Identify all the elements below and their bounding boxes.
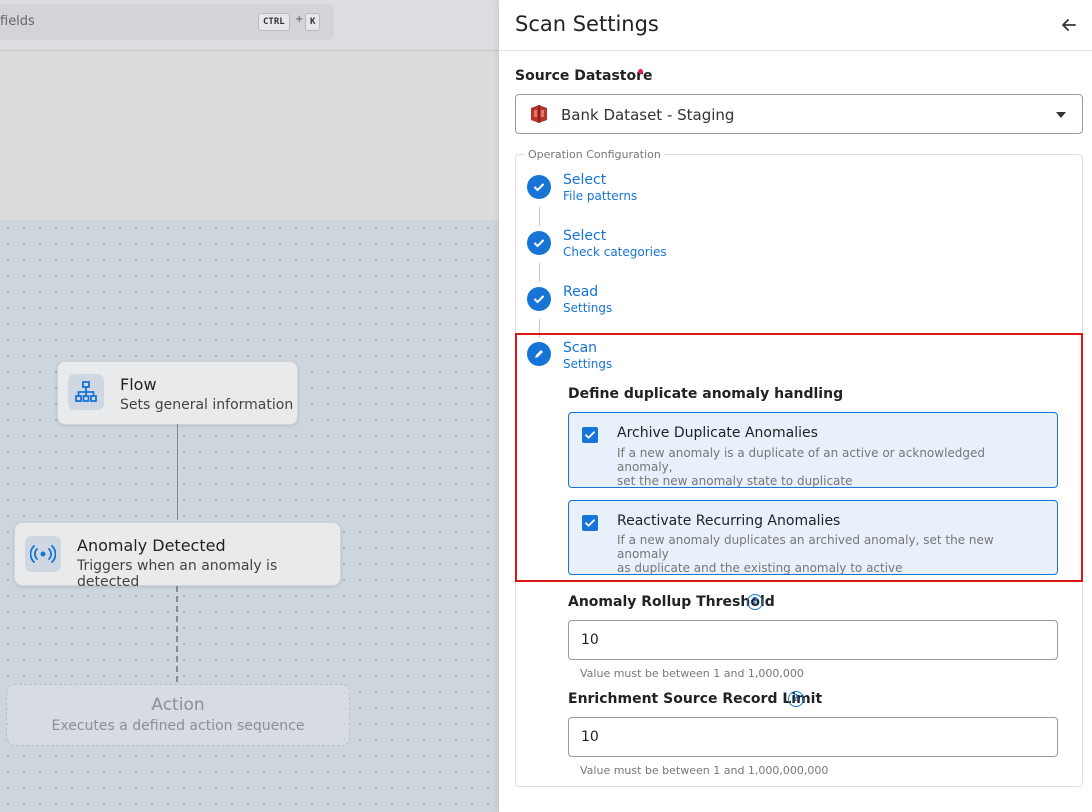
- connector-dashed-line: [176, 586, 178, 682]
- source-datastore-label: Source Datastore: [515, 68, 653, 84]
- sitemap-icon: [68, 374, 104, 410]
- step-connector: [539, 207, 540, 226]
- flow-node-subtitle: Sets general information: [120, 397, 294, 413]
- step-1-subtitle: File patterns: [563, 189, 638, 203]
- shortcut-plus: +: [295, 14, 304, 25]
- step-connector: [539, 263, 540, 282]
- reactivate-recurring-title: Reactivate Recurring Anomalies: [617, 513, 841, 529]
- chevron-down-icon[interactable]: [1056, 112, 1066, 118]
- enrichment-limit-input[interactable]: 10: [568, 717, 1058, 757]
- action-node-title: Action: [151, 695, 205, 715]
- step-4-title[interactable]: Scan: [563, 340, 597, 356]
- scan-settings-panel: Scan Settings Source Datastore Bank Data…: [499, 0, 1092, 812]
- rollup-threshold-input[interactable]: 10: [568, 620, 1058, 660]
- required-indicator: [638, 69, 643, 74]
- checkbox-checked-icon[interactable]: [582, 515, 598, 531]
- flow-node[interactable]: Flow Sets general information: [57, 361, 298, 425]
- reactivate-recurring-option[interactable]: Reactivate Recurring Anomalies If a new …: [568, 500, 1058, 575]
- step-3-subtitle: Settings: [563, 301, 613, 315]
- help-circle-icon[interactable]: ?: [788, 691, 804, 707]
- broadcast-icon: [25, 536, 61, 572]
- duplicate-handling-heading: Define duplicate anomaly handling: [568, 386, 844, 402]
- top-bar: fields CTRL + K: [0, 0, 499, 51]
- enrichment-limit-hint: Value must be between 1 and 1,000,000,00…: [580, 764, 829, 777]
- archive-duplicates-description: If a new anomaly is a duplicate of an ac…: [617, 446, 986, 488]
- action-node-subtitle: Executes a defined action sequence: [51, 718, 305, 734]
- search-placeholder: fields: [0, 14, 35, 29]
- connector-line: [177, 424, 178, 520]
- step-2-subtitle: Check categories: [563, 245, 667, 259]
- enrichment-limit-label: Enrichment Source Record Limit: [568, 691, 823, 707]
- source-datastore-select[interactable]: Bank Dataset - Staging: [515, 94, 1083, 134]
- panel-title: Scan Settings: [515, 12, 659, 36]
- flow-node-title: Flow: [120, 375, 157, 394]
- step-4-subtitle: Settings: [563, 357, 613, 371]
- reactivate-recurring-description: If a new anomaly duplicates an archived …: [617, 533, 994, 575]
- header-divider: [499, 50, 1092, 51]
- shortcut-ctrl-key: CTRL: [258, 13, 290, 31]
- trigger-node-subtitle: Triggers when an anomaly is detected: [77, 558, 278, 590]
- step-1-title[interactable]: Select: [563, 172, 606, 188]
- search-field[interactable]: fields CTRL + K: [0, 4, 334, 40]
- step-complete-check-icon: [527, 287, 551, 311]
- archive-duplicates-option[interactable]: Archive Duplicate Anomalies If a new ano…: [568, 412, 1058, 488]
- enrichment-limit-value: 10: [581, 729, 599, 745]
- archive-duplicates-title: Archive Duplicate Anomalies: [617, 425, 818, 441]
- rollup-threshold-hint: Value must be between 1 and 1,000,000: [580, 667, 804, 680]
- step-2-title[interactable]: Select: [563, 228, 606, 244]
- trigger-node-title: Anomaly Detected: [77, 536, 226, 555]
- checkbox-checked-icon[interactable]: [582, 427, 598, 443]
- step-3-title[interactable]: Read: [563, 284, 598, 300]
- back-arrow-icon[interactable]: [1059, 15, 1079, 35]
- source-datastore-value: Bank Dataset - Staging: [561, 106, 735, 124]
- rollup-threshold-value: 10: [581, 632, 599, 648]
- rollup-threshold-label: Anomaly Rollup Threshold: [568, 594, 775, 610]
- trigger-node[interactable]: Anomaly Detected Triggers when an anomal…: [14, 522, 341, 590]
- header-band: [0, 51, 499, 220]
- step-complete-check-icon: [527, 175, 551, 199]
- datastore-bucket-icon: [528, 103, 550, 129]
- step-complete-check-icon: [527, 231, 551, 255]
- action-node-placeholder[interactable]: Action Executes a defined action sequenc…: [6, 684, 350, 746]
- operation-configuration-legend: Operation Configuration: [525, 148, 664, 161]
- step-edit-pencil-icon: [527, 342, 551, 366]
- shortcut-k-key: K: [305, 13, 321, 31]
- help-circle-icon[interactable]: ?: [747, 594, 763, 610]
